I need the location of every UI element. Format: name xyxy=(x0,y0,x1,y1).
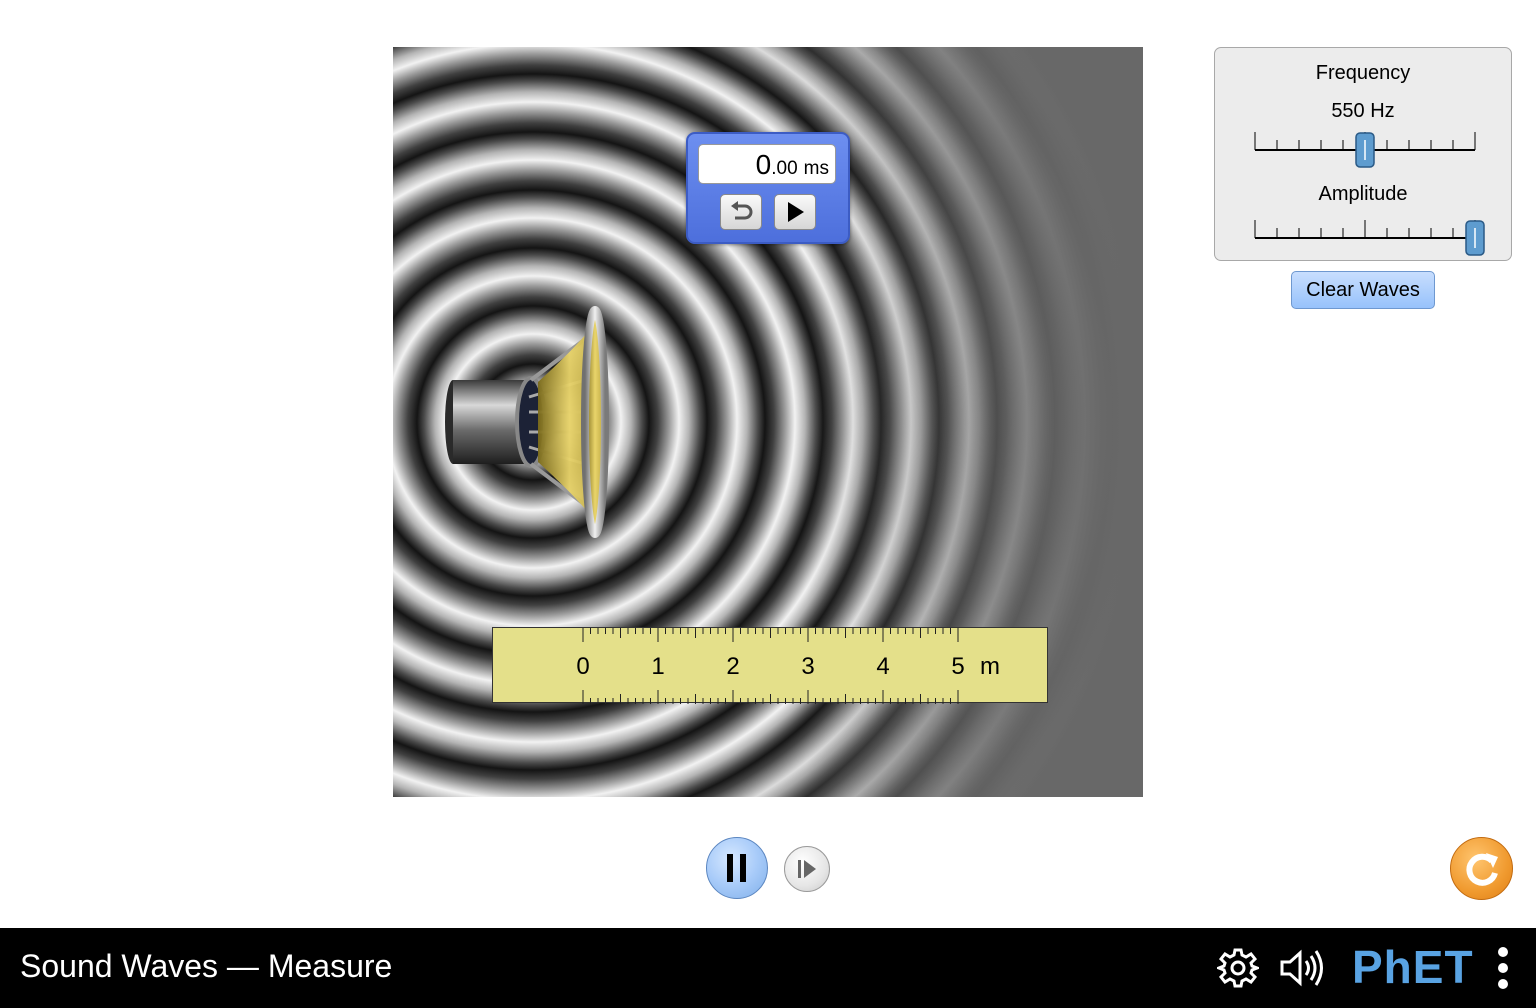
phet-logo[interactable]: PhET xyxy=(1352,940,1484,996)
ruler-tick-label: 4 xyxy=(876,653,889,680)
more-menu-icon[interactable] xyxy=(1494,946,1512,990)
play-icon xyxy=(788,202,804,222)
stopwatch-value: 0 xyxy=(755,149,772,180)
clear-waves-button[interactable]: Clear Waves xyxy=(1291,271,1435,309)
pause-icon xyxy=(727,854,746,882)
ruler-labels: 0 1 2 3 4 5m xyxy=(576,653,1000,680)
frequency-label: Frequency xyxy=(1315,62,1411,84)
stopwatch-play-button[interactable] xyxy=(774,194,816,230)
step-icon xyxy=(798,860,816,878)
stopwatch-unit: ms xyxy=(803,158,829,179)
ruler-tick-label: 2 xyxy=(726,653,739,680)
stopwatch-decimal: .00 xyxy=(771,158,798,179)
speaker-icon xyxy=(445,306,609,538)
step-forward-button[interactable] xyxy=(784,846,830,892)
undo-icon xyxy=(731,201,753,220)
wave-area: 0.00 ms 012345m xyxy=(393,47,1143,797)
reset-all-button[interactable] xyxy=(1450,837,1513,900)
amplitude-label: Amplitude xyxy=(1318,183,1408,205)
ruler-tick-label: 1 xyxy=(651,653,664,680)
measuring-ruler[interactable]: 0 1 2 3 4 5m xyxy=(492,627,1048,704)
ruler-tick-marks xyxy=(582,628,959,704)
control-panel: Frequency 550 Hz Amplitude xyxy=(1214,47,1512,261)
stopwatch[interactable]: 0.00 ms xyxy=(686,132,850,244)
reset-icon xyxy=(1465,852,1498,886)
amplitude-slider[interactable] xyxy=(1245,208,1485,268)
ruler-unit: m xyxy=(980,653,1000,680)
ruler-tick-label: 3 xyxy=(801,653,814,680)
navigation-bar: Sound Waves — Measure PhET xyxy=(0,928,1536,1008)
ruler-tick-label: 5 xyxy=(951,653,964,680)
pause-button[interactable] xyxy=(706,837,768,899)
phet-logo-text: PhET xyxy=(1352,941,1474,993)
stopwatch-display: 0.00 ms xyxy=(698,144,836,184)
stopwatch-reset-button[interactable] xyxy=(720,194,762,230)
ruler-tick-label: 0 xyxy=(576,653,589,680)
sim-title: Sound Waves — Measure xyxy=(20,948,393,984)
sound-icon[interactable] xyxy=(1279,947,1327,989)
frequency-slider[interactable] xyxy=(1245,120,1485,180)
settings-icon[interactable] xyxy=(1217,947,1259,989)
